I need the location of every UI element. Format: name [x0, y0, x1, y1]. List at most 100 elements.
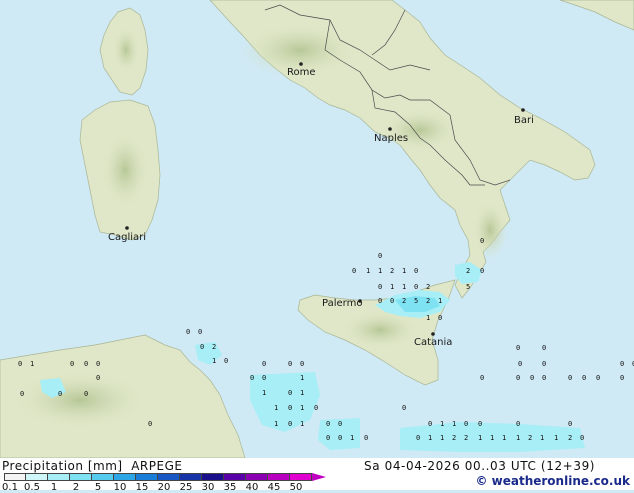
precipitation-cell-glyph: 0 [516, 344, 520, 352]
color-scale-swatch [26, 473, 48, 481]
precipitation-cell-glyph: 0 [568, 420, 572, 428]
color-scale-label: 1 [50, 482, 58, 493]
precipitation-cell-glyph: 0 [516, 420, 520, 428]
precipitation-cell-glyph: 1 [440, 420, 444, 428]
precipitation-cell-glyph: 1 [274, 420, 278, 428]
city-label-catania: Catania [414, 337, 452, 348]
precipitation-cell-glyph: 0 [288, 404, 292, 412]
city-label-palermo: Palermo [322, 298, 362, 309]
legend-title-row: Precipitation [mm] ARPEGE [2, 459, 182, 473]
precipitation-cell-glyph: 0 [198, 328, 202, 336]
color-scale-swatch [246, 473, 268, 481]
precipitation-cell-glyph: 0 [84, 390, 88, 398]
precipitation-cell-glyph: 2 [452, 434, 456, 442]
precipitation-cell-glyph: 1 [366, 267, 370, 275]
precipitation-cell-glyph: 0 [478, 420, 482, 428]
legend-panel: Precipitation [mm] ARPEGE Sa 04-04-2026 … [0, 458, 634, 493]
precipitation-cell-glyph: 0 [70, 360, 74, 368]
color-scale-label: 10 [113, 482, 127, 493]
color-scale-label: 15 [135, 482, 149, 493]
color-scale-label: 35 [223, 482, 237, 493]
precipitation-cell-glyph: 0 [542, 360, 546, 368]
color-scale-swatch [158, 473, 180, 481]
precipitation-cell-glyph: 1 [300, 374, 304, 382]
color-scale-swatch [268, 473, 290, 481]
precipitation-cell-glyph: 2 [464, 434, 468, 442]
precipitation-cell-glyph: 0 [352, 267, 356, 275]
color-scale-labels: 0.1 0.5 1 2 5 10 15 20 25 30 35 40 45 50 [0, 482, 330, 493]
color-scale-arrow [312, 473, 326, 481]
color-scale-swatch [136, 473, 158, 481]
precipitation-cell-glyph: 1 [490, 434, 494, 442]
color-scale-swatch [92, 473, 114, 481]
precipitation-cell-glyph: 0 [326, 434, 330, 442]
precipitation-cell-glyph: 2 [568, 434, 572, 442]
color-scale-label: 45 [267, 482, 281, 493]
precipitation-cell-glyph: 0 [414, 267, 418, 275]
precipitation-map: 0 1 1 2 1 00 1 1 0 22 00 0 2 5 2 11 00050 00 21 00 1 0 0 00 0 000… [0, 0, 634, 458]
color-scale-label: 25 [179, 482, 193, 493]
precipitation-cell-glyph: 0 [480, 267, 484, 275]
precipitation-cell-glyph: 0 [568, 374, 572, 382]
model-name: ARPEGE [131, 459, 183, 473]
color-scale-label: 40 [245, 482, 259, 493]
city-dot-bari [521, 108, 525, 112]
forecast-timestamp: Sa 04-04-2026 00..03 UTC (12+39) [364, 459, 596, 473]
precipitation-cell-glyph: 0 [480, 374, 484, 382]
precipitation-cell-glyph: 0 [84, 360, 88, 368]
precipitation-cell-glyph: 0 [262, 360, 266, 368]
precipitation-cell-glyph: 5 [466, 283, 470, 291]
color-scale-swatch [114, 473, 136, 481]
precipitation-cell-glyph: 0 [516, 374, 520, 382]
precipitation-cell-glyph: 2 [212, 343, 216, 351]
precipitation-cell-glyph: 0 [402, 404, 406, 412]
precipitation-cell-glyph: 0 [288, 420, 292, 428]
precipitation-cell-glyph: 1 [438, 297, 442, 305]
precipitation-cell-glyph: 2 [390, 267, 394, 275]
precipitation-cell-glyph: 1 [350, 434, 354, 442]
precipitation-cell-glyph: 0 [620, 374, 624, 382]
city-dot-rome [299, 62, 303, 66]
color-scale-label: 30 [201, 482, 215, 493]
precipitation-cell-glyph: 0 [200, 343, 204, 351]
precipitation-cell-glyph: 1 [402, 267, 406, 275]
precipitation-cell-glyph: 0 [580, 434, 584, 442]
precipitation-cell-glyph: 1 [274, 404, 278, 412]
color-scale-label: 20 [157, 482, 171, 493]
color-scale-label: 2 [72, 482, 80, 493]
precipitation-cell-glyph: 1 [402, 283, 406, 291]
precipitation-cell-glyph: 0 [250, 374, 254, 382]
color-scale-label: 0.5 [24, 482, 40, 493]
precipitation-cell-glyph: 0 [364, 434, 368, 442]
color-scale-label: 50 [289, 482, 303, 493]
color-scale-swatch [224, 473, 246, 481]
city-dot-cagliari [125, 226, 129, 230]
precipitation-cell-glyph: 2 [402, 297, 406, 305]
precipitation-cell-glyph: 2 [426, 297, 430, 305]
city-dot-naples [388, 127, 392, 131]
precipitation-cell-glyph: 0 [428, 420, 432, 428]
precipitation-cell-glyph: 1 [300, 404, 304, 412]
precipitation-cell-glyph: 0 [620, 360, 624, 368]
city-label-rome: Rome [287, 67, 316, 78]
precipitation-cell-glyph: 5 [414, 297, 418, 305]
precipitation-cell-glyph: 1 [426, 314, 430, 322]
precipitation-cell-glyph: 0 [186, 328, 190, 336]
precipitation-cell-glyph: 0 [224, 357, 228, 365]
precipitation-cell-glyph: 1 [540, 434, 544, 442]
precipitation-cell-glyph: 0 [58, 390, 62, 398]
precipitation-cell-glyph: 1 [440, 434, 444, 442]
color-scale-bar [4, 473, 312, 481]
color-scale-swatch [290, 473, 312, 481]
precipitation-cell-glyph: 0 [582, 374, 586, 382]
precipitation-cell-glyph: 1 [30, 360, 34, 368]
city-dot-catania [431, 332, 435, 336]
color-scale-label: 0.1 [2, 482, 18, 493]
color-scale-swatch [202, 473, 224, 481]
precipitation-cell-glyph: 0 [288, 360, 292, 368]
precipitation-cell-glyph: 0 [414, 283, 418, 291]
precipitation-cell-glyph: 1 [452, 420, 456, 428]
precipitation-cell-glyph: 0 [480, 237, 484, 245]
precipitation-cell-glyph: 0 [416, 434, 420, 442]
precipitation-cell-glyph: 1 [428, 434, 432, 442]
